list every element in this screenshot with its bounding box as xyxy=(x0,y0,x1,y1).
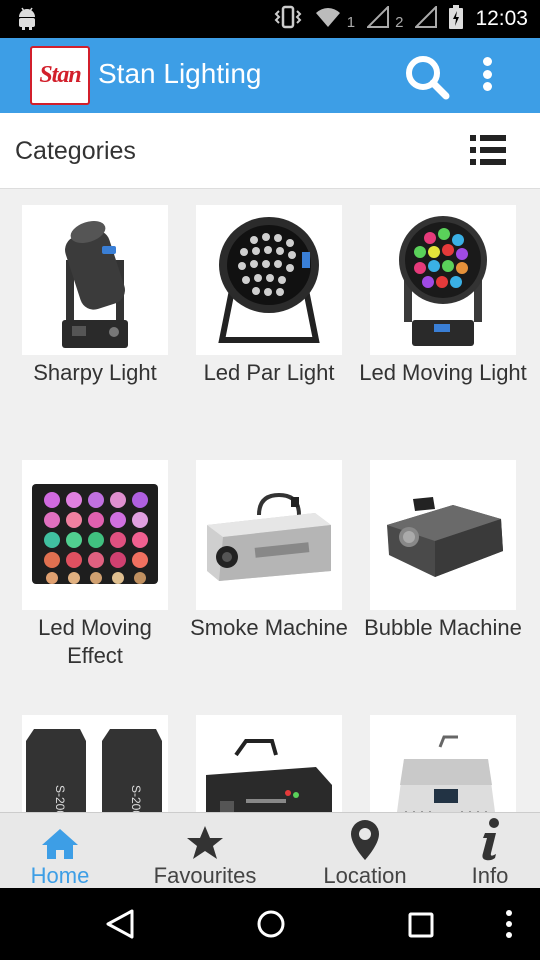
smoke-machine-image xyxy=(196,460,342,610)
category-label: Bubble Machine xyxy=(364,615,522,640)
nav-label: Favourites xyxy=(153,863,257,888)
category-label: Led Moving Light xyxy=(359,360,527,385)
info-icon xyxy=(482,818,499,861)
system-back-button[interactable] xyxy=(104,908,136,945)
more-vert-icon xyxy=(506,910,512,916)
spark-machine-image: S-200 S-200 xyxy=(22,715,168,812)
nav-home[interactable]: Home xyxy=(20,813,100,889)
system-menu-button[interactable] xyxy=(504,910,514,938)
more-options-button[interactable] xyxy=(474,54,500,94)
nav-label: Location xyxy=(323,863,407,888)
app-logo: Stan xyxy=(30,46,90,105)
svg-text:S-200: S-200 xyxy=(53,785,67,812)
home-circle-icon xyxy=(257,910,285,938)
led-par-light-image xyxy=(196,205,342,355)
home-icon xyxy=(42,829,78,859)
vibrate-icon xyxy=(273,5,303,34)
logo-text: Stan xyxy=(39,62,81,88)
category-label: Led Moving Effect xyxy=(38,615,152,668)
system-recents-button[interactable] xyxy=(408,912,434,943)
android-icon xyxy=(16,7,38,36)
back-triangle-icon xyxy=(106,909,134,939)
more-vert-icon xyxy=(482,57,492,66)
category-label: Led Par Light xyxy=(203,360,335,385)
star-icon xyxy=(187,826,223,859)
app-title: Stan Lighting xyxy=(98,58,262,89)
search-button[interactable] xyxy=(403,54,451,100)
nav-favourites[interactable]: Favourites xyxy=(145,813,265,889)
svg-text:S-200: S-200 xyxy=(129,785,143,812)
signal-icon xyxy=(414,4,438,33)
nav-location[interactable]: Location xyxy=(310,813,420,889)
sim2-label: 2 xyxy=(395,13,404,31)
recents-square-icon xyxy=(408,912,434,938)
location-pin-icon xyxy=(351,820,379,860)
nav-label: Info xyxy=(471,863,509,888)
sim1-label: 1 xyxy=(346,13,356,31)
bottom-navigation: Home Favourites Location Info xyxy=(0,812,540,888)
sharpy-light-image xyxy=(22,205,168,355)
status-clock: 12:03 xyxy=(475,7,528,30)
categories-header: Categories xyxy=(0,113,540,189)
battery-icon xyxy=(449,4,464,34)
dmx-controller-image xyxy=(370,715,516,812)
led-moving-light-image xyxy=(370,205,516,355)
laser-light-image xyxy=(196,715,342,812)
wifi-icon xyxy=(315,6,341,33)
status-bar: 1 2 12:03 xyxy=(0,0,540,38)
category-label: Smoke Machine xyxy=(190,615,348,640)
search-icon xyxy=(406,56,450,100)
section-title: Categories xyxy=(15,137,136,165)
system-home-button[interactable] xyxy=(255,908,287,945)
list-view-icon xyxy=(470,135,506,165)
bubble-machine-image xyxy=(370,460,516,610)
category-grid: Sharpy Light Led Par Light Led Moving Li… xyxy=(0,189,540,812)
nav-info[interactable]: Info xyxy=(455,813,525,889)
view-toggle-button[interactable] xyxy=(468,133,508,167)
category-label: Sharpy Light xyxy=(33,360,157,385)
system-navigation-bar xyxy=(0,888,540,960)
app-bar: Stan Stan Lighting xyxy=(0,38,540,113)
nav-label: Home xyxy=(30,863,90,888)
led-moving-effect-image xyxy=(22,460,168,610)
signal-icon xyxy=(365,4,390,33)
